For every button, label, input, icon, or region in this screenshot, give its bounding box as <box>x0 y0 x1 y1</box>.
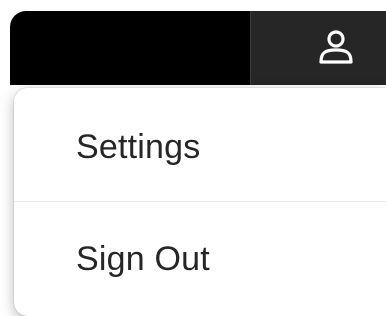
user-dropdown-menu: Settings Sign Out <box>14 88 386 316</box>
menu-item-settings[interactable]: Settings <box>14 92 386 202</box>
user-icon <box>317 29 355 67</box>
menu-item-sign-out[interactable]: Sign Out <box>14 204 386 314</box>
menu-divider <box>14 201 386 202</box>
menu-item-label: Settings <box>76 127 201 166</box>
menu-item-label: Sign Out <box>76 239 210 278</box>
user-menu-button[interactable] <box>250 11 386 85</box>
